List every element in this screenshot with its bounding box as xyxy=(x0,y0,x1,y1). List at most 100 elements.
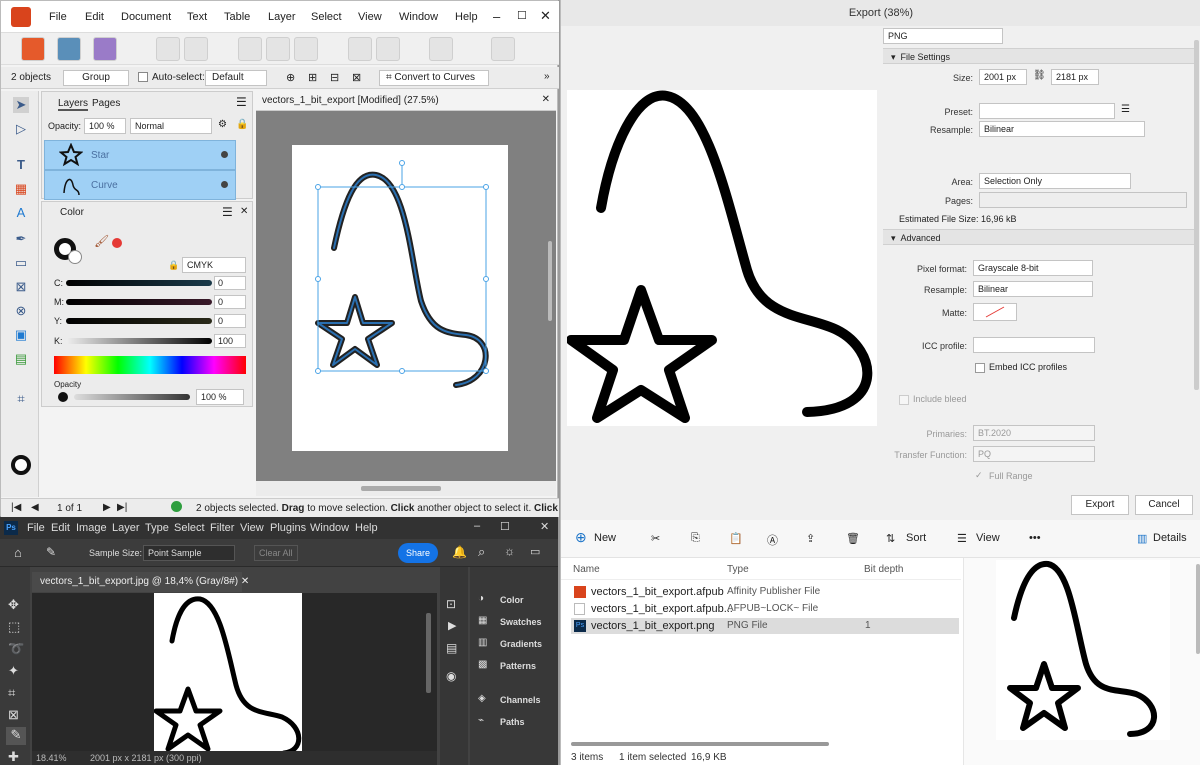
ps-menu-help[interactable]: Help xyxy=(355,522,378,534)
panel-color[interactable]: Color xyxy=(500,595,524,605)
ps-menu-window[interactable]: Window xyxy=(310,522,349,534)
crop-tool-icon[interactable]: ⌗ xyxy=(13,391,29,407)
ps-menu-type[interactable]: Type xyxy=(145,522,169,534)
wrap-icon[interactable] xyxy=(376,37,400,61)
eyedropper-tool-icon[interactable]: ✎ xyxy=(46,545,56,559)
vertical-scrollbar[interactable] xyxy=(548,241,552,321)
black-value[interactable]: 100 xyxy=(214,334,246,348)
link-icon[interactable] xyxy=(429,37,453,61)
panel-patterns[interactable]: Patterns xyxy=(500,661,536,671)
align-icon[interactable]: ⊞ xyxy=(308,71,317,84)
ellipse-frame-tool-icon[interactable]: ⊗ xyxy=(13,303,29,319)
menu-edit[interactable]: Edit xyxy=(85,11,104,23)
node-tool-icon[interactable]: ▷ xyxy=(13,121,29,137)
file-settings-header[interactable]: ▾ File Settings xyxy=(883,48,1198,64)
view-icon[interactable]: ☰ xyxy=(957,532,967,545)
opacity-field[interactable]: 100 % xyxy=(84,118,126,134)
full-range-checkmark-icon[interactable]: ✓ xyxy=(975,470,983,481)
clear-all-button[interactable]: Clear All xyxy=(254,545,298,561)
ps-document-tab[interactable]: vectors_1_bit_export.jpg @ 18,4% (Gray/8… xyxy=(32,572,249,592)
color-panel-icon[interactable]: ◑ xyxy=(478,593,484,604)
photo-persona-icon[interactable] xyxy=(93,37,117,61)
preflight-ok-icon[interactable] xyxy=(171,501,182,512)
eyedropper-icon[interactable]: ✎ xyxy=(6,727,26,745)
text-frame-tool-icon[interactable]: T xyxy=(13,157,29,173)
tab-layers[interactable]: Layers xyxy=(58,98,89,111)
comment-icon[interactable]: ▤ xyxy=(446,641,457,655)
picture-frame-tool-icon[interactable]: ⊠ xyxy=(13,279,29,295)
distribute-icon[interactable]: ⊟ xyxy=(330,71,339,84)
layer-row-star[interactable]: Star xyxy=(44,140,236,170)
copy-icon[interactable]: ⎘ xyxy=(691,532,700,545)
color-opacity-field[interactable]: 100 % xyxy=(196,389,244,405)
gear-icon[interactable]: ⚙ xyxy=(218,119,227,130)
ps-menu-file[interactable]: File xyxy=(27,522,45,534)
place-image-icon[interactable]: ▣ xyxy=(13,327,29,343)
export-button[interactable]: Export xyxy=(1071,495,1129,515)
color-spectrum[interactable] xyxy=(54,356,246,374)
menu-layer[interactable]: Layer xyxy=(268,11,296,23)
magenta-value[interactable]: 0 xyxy=(214,295,246,309)
new-icon[interactable]: ⊕ xyxy=(575,529,587,546)
horizontal-scrollbar[interactable] xyxy=(361,486,441,491)
picture-frame-icon[interactable] xyxy=(294,37,318,61)
layer-row-curve[interactable]: Curve xyxy=(44,170,236,200)
menu-select[interactable]: Select xyxy=(311,11,342,23)
group-button[interactable]: Group xyxy=(63,70,129,86)
designer-persona-icon[interactable] xyxy=(57,37,81,61)
link-dimensions-icon[interactable]: ⛓ xyxy=(1033,70,1046,81)
cut-icon[interactable]: ✂ xyxy=(651,532,660,545)
minimize-icon[interactable]: – xyxy=(493,9,500,24)
fill-none-swatch-icon[interactable] xyxy=(68,250,82,264)
paths-icon[interactable]: ⌁ xyxy=(478,715,484,726)
page-icon[interactable] xyxy=(238,37,262,61)
pin-icon[interactable] xyxy=(348,37,372,61)
ps-menu-plugins[interactable]: Plugins xyxy=(270,522,306,534)
advanced-header[interactable]: ▾ Advanced xyxy=(883,229,1198,245)
gradients-icon[interactable]: ▥ xyxy=(478,637,487,648)
prev-page-icon[interactable]: ◀ xyxy=(31,502,39,513)
rectangle-tool-icon[interactable]: ▭ xyxy=(13,255,29,271)
preview-scrollbar[interactable] xyxy=(1196,564,1200,654)
auto-select-dropdown[interactable]: Default xyxy=(205,70,267,86)
resample-dropdown[interactable]: Bilinear xyxy=(979,121,1145,137)
file-row-selected[interactable]: Ps vectors_1_bit_export.png PNG File 1 xyxy=(571,618,959,634)
cancel-button[interactable]: Cancel xyxy=(1135,495,1193,515)
pages-field[interactable] xyxy=(979,192,1187,208)
rename-icon[interactable]: Ⓐ xyxy=(767,532,778,548)
history-icon[interactable]: ⊡ xyxy=(446,597,456,611)
height-field[interactable]: 2181 px xyxy=(1051,69,1099,85)
ps-zoom[interactable]: 18.41% xyxy=(36,753,67,763)
magenta-slider[interactable] xyxy=(66,299,212,305)
blend-mode-dropdown[interactable]: Normal xyxy=(130,118,212,134)
close-tab-icon[interactable]: ✕ xyxy=(241,576,249,587)
transfer-dropdown[interactable]: PQ xyxy=(973,446,1095,462)
visibility-dot-icon[interactable] xyxy=(221,181,228,188)
sort-button[interactable]: Sort xyxy=(906,532,926,544)
transform-icon[interactable]: ⊕ xyxy=(286,71,295,84)
first-page-icon[interactable]: |◀ xyxy=(11,502,21,513)
menu-window[interactable]: Window xyxy=(399,11,438,23)
yellow-value[interactable]: 0 xyxy=(214,314,246,328)
details-button[interactable]: Details xyxy=(1153,532,1187,544)
search-icon[interactable]: ⌕ xyxy=(478,544,485,560)
patterns-icon[interactable]: ▩ xyxy=(478,659,487,670)
file-row[interactable]: vectors_1_bit_export.afpub Affinity Publ… xyxy=(571,584,959,600)
tab-pages[interactable]: Pages xyxy=(92,98,120,109)
details-pane-icon[interactable]: ▥ xyxy=(1137,532,1147,545)
preset-menu-icon[interactable]: ☰ xyxy=(1121,104,1130,115)
menu-help[interactable]: Help xyxy=(455,11,478,23)
document-tab[interactable]: vectors_1_bit_export [Modified] (27.5%) ✕ xyxy=(256,91,556,111)
area-dropdown[interactable]: Selection Only xyxy=(979,173,1131,189)
primaries-dropdown[interactable]: BT.2020 xyxy=(973,425,1095,441)
publisher-persona-icon[interactable] xyxy=(21,37,45,61)
channels-icon[interactable]: ◈ xyxy=(478,693,486,704)
color-mode-dropdown[interactable]: CMYK xyxy=(182,257,246,273)
menu-text[interactable]: Text xyxy=(187,11,207,23)
panel-channels[interactable]: Channels xyxy=(500,695,541,705)
width-field[interactable]: 2001 px xyxy=(979,69,1027,85)
panel-menu-icon[interactable]: ☰ xyxy=(222,205,233,219)
share-button[interactable]: Share xyxy=(398,543,438,563)
format-dropdown[interactable]: PNG xyxy=(883,28,1003,44)
settings-scrollbar[interactable] xyxy=(1194,40,1199,390)
